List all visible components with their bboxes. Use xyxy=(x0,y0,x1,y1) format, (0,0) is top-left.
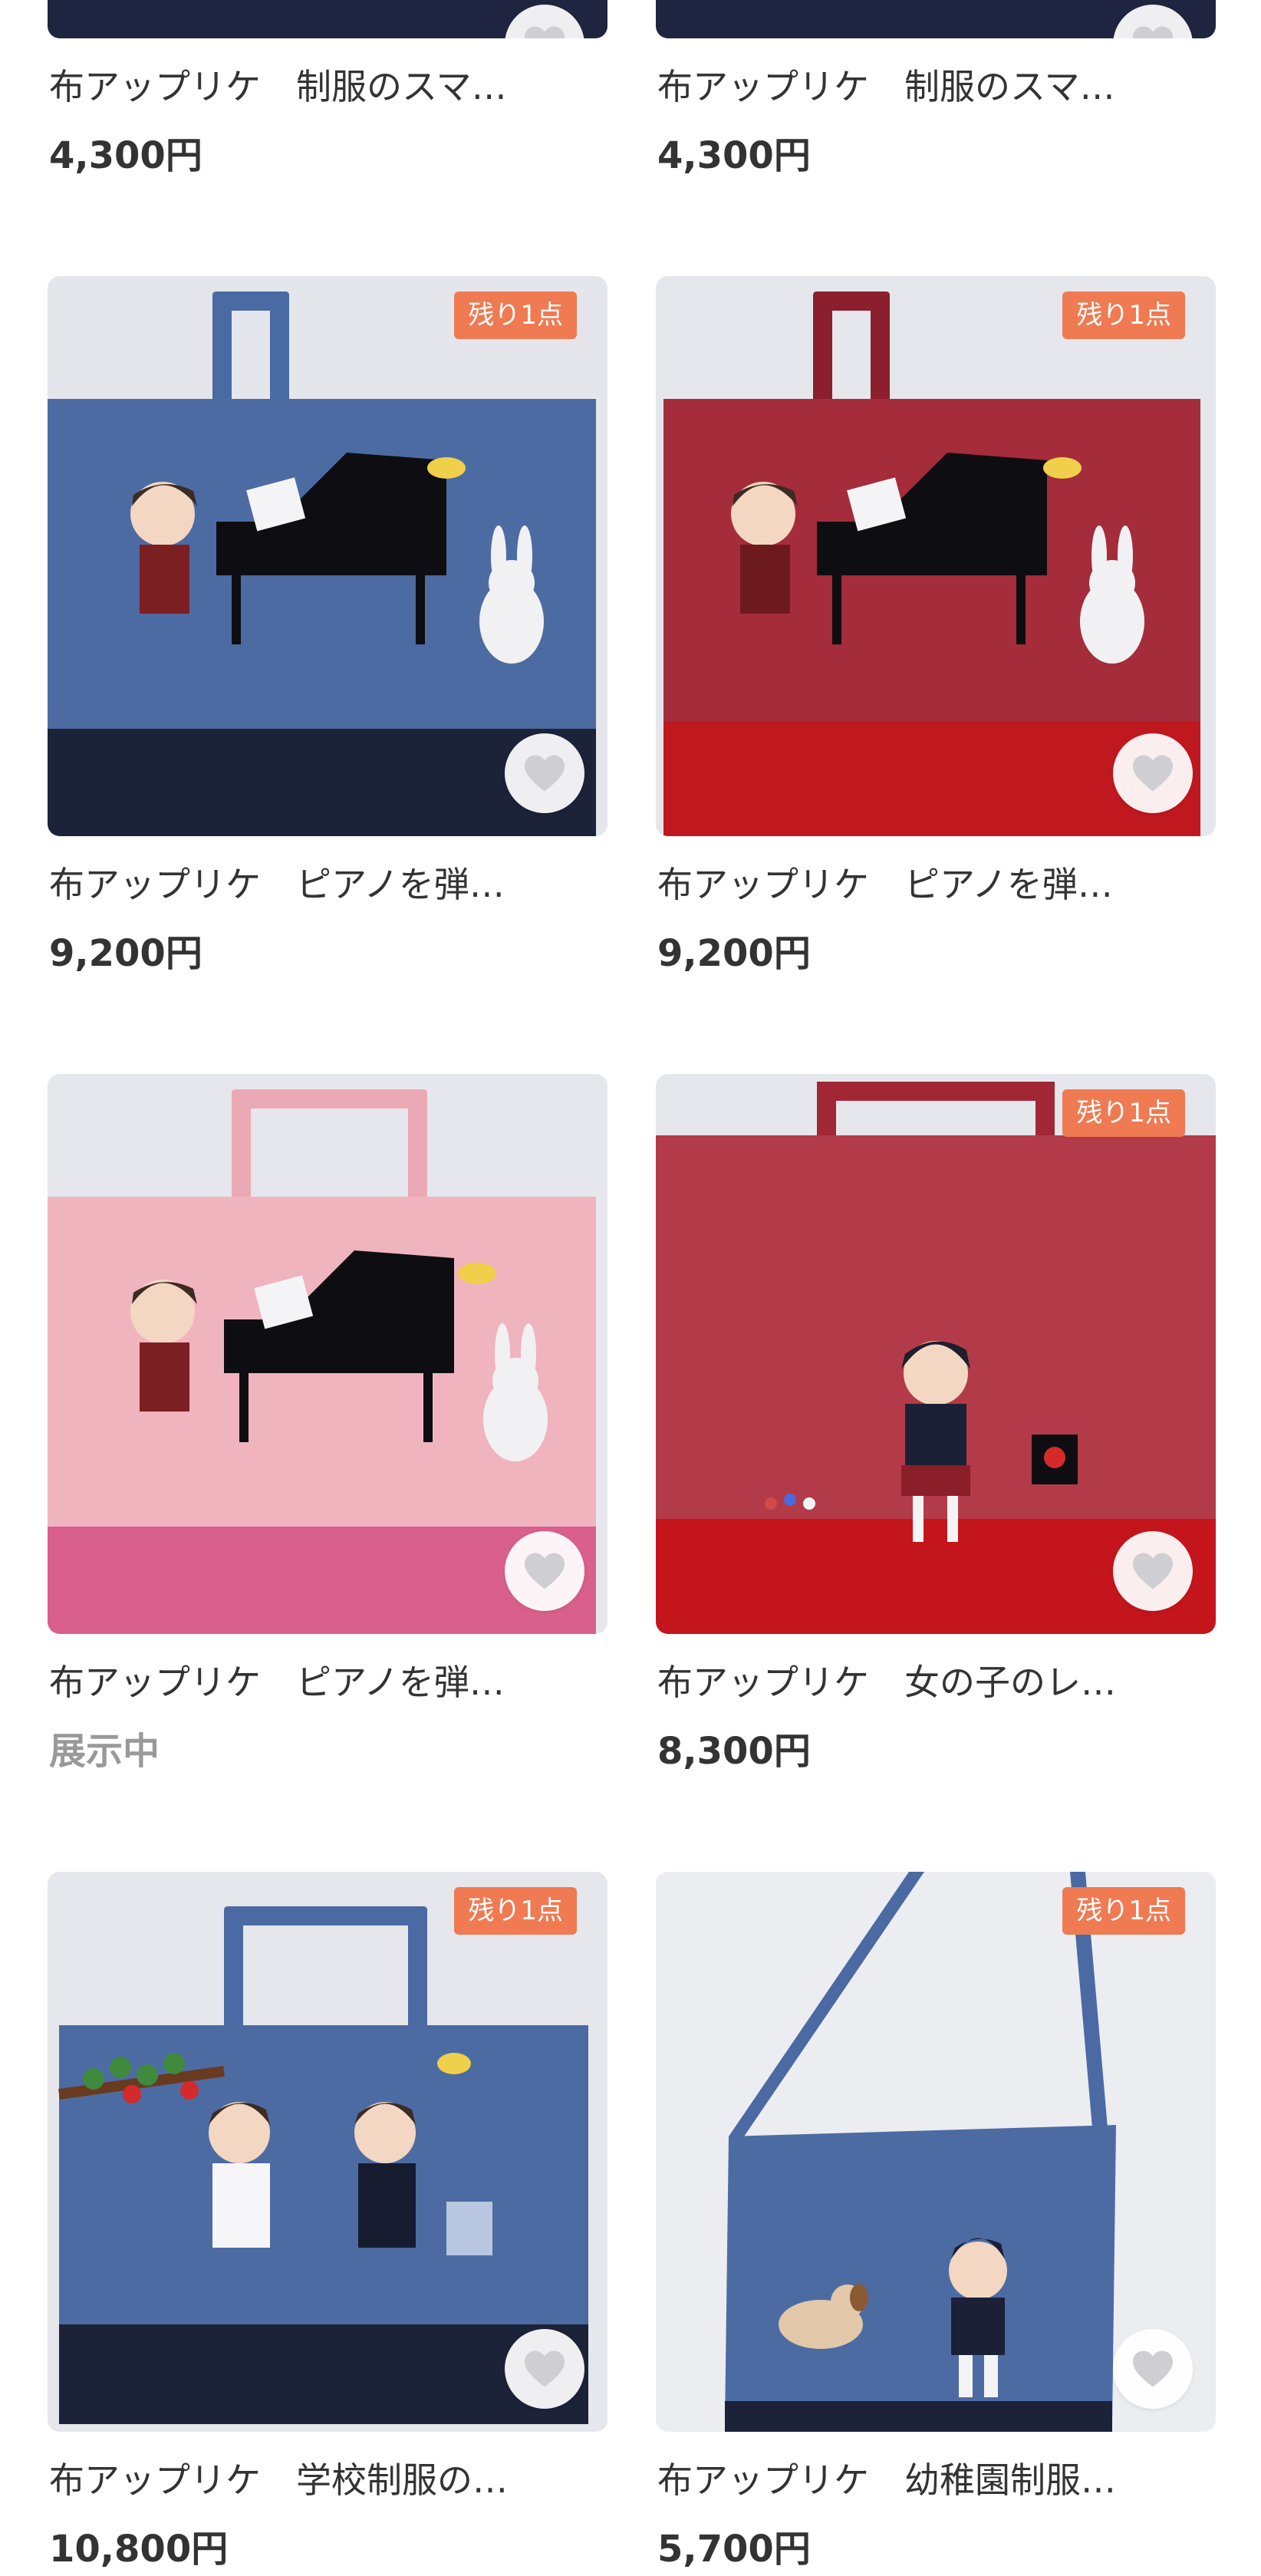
heart-icon xyxy=(1133,26,1173,38)
product-price: 5,700円 xyxy=(657,2528,811,2571)
product-price: 9,200円 xyxy=(657,932,811,975)
product-title[interactable]: 布アップリケ ピアノを弾… xyxy=(657,861,1214,908)
stock-badge: 残り1点 xyxy=(454,1887,577,1935)
stock-badge: 残り1点 xyxy=(1062,292,1185,339)
stock-badge: 残り1点 xyxy=(1062,1089,1185,1137)
heart-icon xyxy=(525,2350,565,2387)
product-title[interactable]: 布アップリケ 制服のスマ… xyxy=(49,63,606,110)
product-price: 4,300円 xyxy=(49,134,202,177)
heart-icon xyxy=(1133,1553,1173,1589)
heart-icon xyxy=(1133,755,1173,792)
product-title[interactable]: 布アップリケ 女の子のレ… xyxy=(657,1659,1214,1706)
favorite-button[interactable] xyxy=(505,2329,584,2409)
heart-icon xyxy=(525,1553,565,1589)
favorite-button[interactable] xyxy=(505,1531,584,1611)
product-image[interactable] xyxy=(656,0,1216,38)
favorite-button[interactable] xyxy=(1113,1531,1193,1611)
favorite-button[interactable] xyxy=(1113,2329,1193,2409)
product-image[interactable]: 残り1点 xyxy=(656,1074,1216,1634)
product-title[interactable]: 布アップリケ 幼稚園制服… xyxy=(657,2456,1214,2504)
stock-badge: 残り1点 xyxy=(1062,1887,1185,1935)
product-price: 10,800円 xyxy=(49,2528,229,2571)
product-image[interactable] xyxy=(48,0,607,38)
heart-icon xyxy=(525,755,565,792)
product-image[interactable]: 残り1点 xyxy=(48,1872,607,2432)
product-price: 4,300円 xyxy=(657,134,811,177)
product-title[interactable]: 布アップリケ ピアノを弾… xyxy=(49,861,606,908)
heart-icon xyxy=(1133,2350,1173,2387)
product-image[interactable] xyxy=(48,1074,607,1634)
favorite-button[interactable] xyxy=(505,733,584,813)
product-status: 展示中 xyxy=(49,1730,160,1773)
product-image[interactable]: 残り1点 xyxy=(656,276,1216,836)
favorite-button[interactable] xyxy=(1113,733,1193,813)
product-title[interactable]: 布アップリケ 制服のスマ… xyxy=(657,63,1214,110)
product-title[interactable]: 布アップリケ 学校制服の… xyxy=(49,2456,606,2504)
product-image[interactable]: 残り1点 xyxy=(48,276,607,836)
product-image[interactable]: 残り1点 xyxy=(656,1872,1216,2432)
stock-badge: 残り1点 xyxy=(454,292,577,339)
product-price: 8,300円 xyxy=(657,1730,811,1773)
heart-icon xyxy=(525,26,565,38)
product-title[interactable]: 布アップリケ ピアノを弾… xyxy=(49,1659,606,1706)
product-price: 9,200円 xyxy=(49,932,202,975)
